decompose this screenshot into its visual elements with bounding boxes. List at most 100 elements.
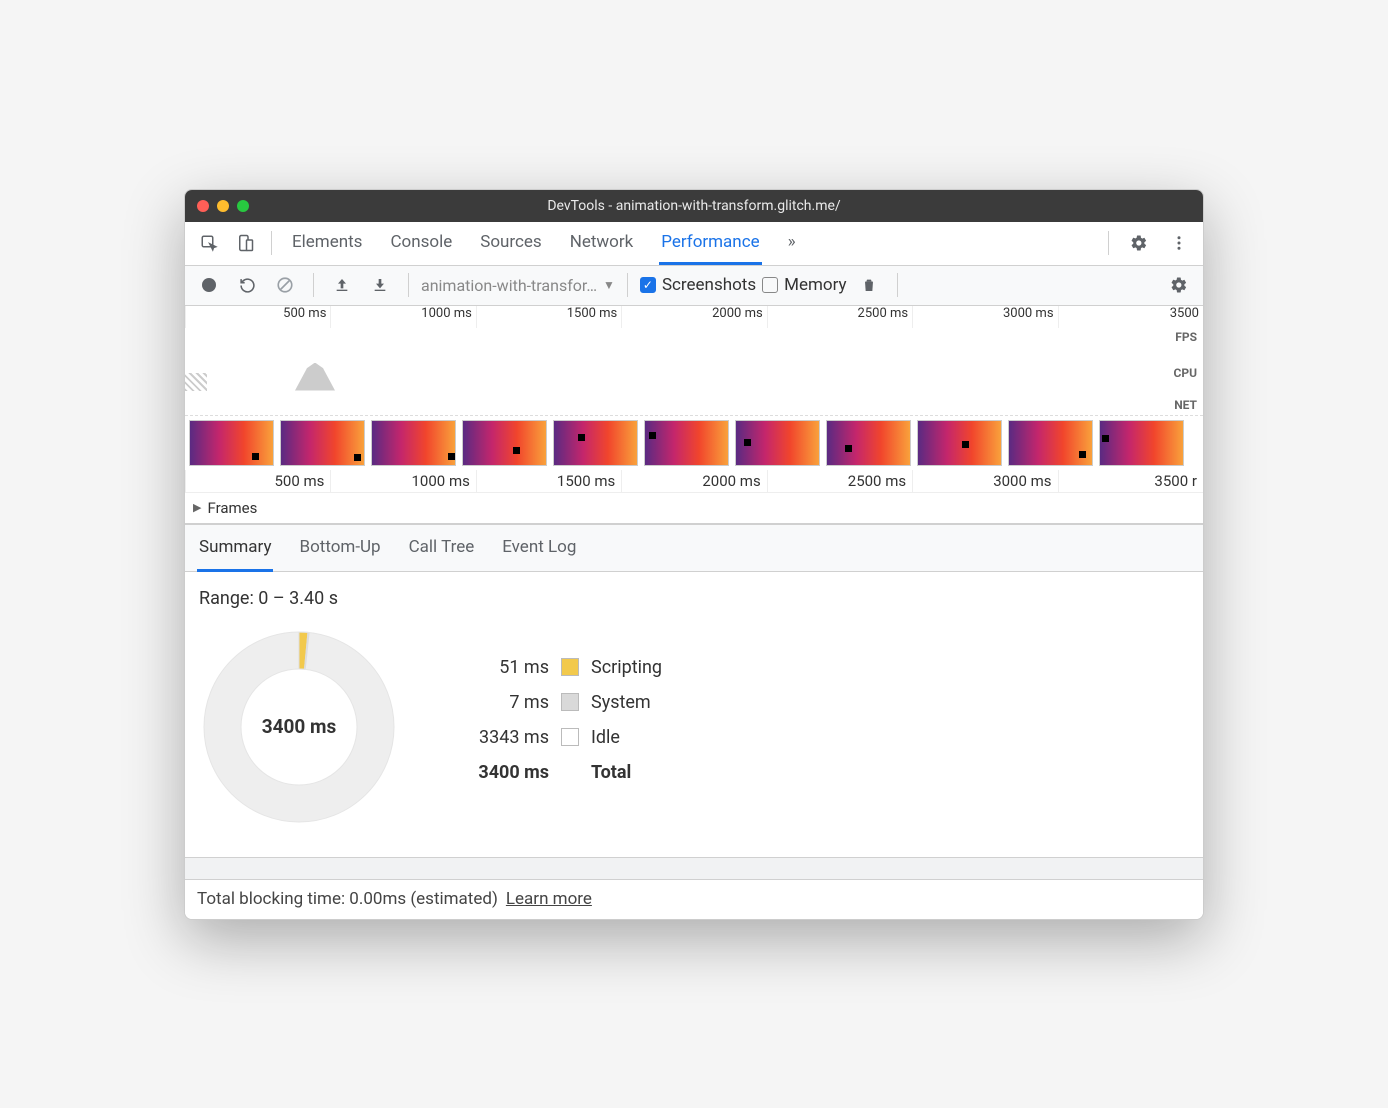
- filmstrip-thumbnail[interactable]: [280, 420, 365, 466]
- subtab-summary[interactable]: Summary: [197, 525, 273, 572]
- window-title: DevTools - animation-with-transform.glit…: [197, 198, 1191, 214]
- cpu-lane-label: CPU: [1174, 366, 1198, 380]
- close-window-button[interactable]: [197, 200, 209, 212]
- more-menu-icon[interactable]: [1163, 227, 1195, 259]
- legend-ms: 51 ms: [459, 657, 549, 678]
- tab-network[interactable]: Network: [568, 222, 636, 264]
- load-profile-icon[interactable]: [326, 269, 358, 301]
- net-lane-label: NET: [1174, 398, 1197, 412]
- filmstrip-thumbnail[interactable]: [553, 420, 638, 466]
- tabs-overflow-button[interactable]: »: [786, 222, 798, 264]
- clear-icon[interactable]: [269, 269, 301, 301]
- animation-dot-icon: [1079, 451, 1086, 458]
- summary-donut-chart: 3400 ms: [199, 627, 399, 827]
- inspect-element-icon[interactable]: [193, 227, 225, 259]
- filmstrip-thumbnail[interactable]: [371, 420, 456, 466]
- animation-dot-icon: [448, 453, 455, 460]
- panel-tabs-right: [1102, 227, 1195, 259]
- ruler-tick: 3500: [1058, 306, 1203, 328]
- summary-pane: Range: 0 – 3.40 s 3400 ms 51 msScripting…: [185, 572, 1203, 857]
- separator: [1108, 231, 1109, 255]
- legend-label: Idle: [591, 727, 620, 748]
- ruler-tick: 2000 ms: [621, 470, 766, 492]
- filmstrip-thumbnail[interactable]: [917, 420, 1002, 466]
- legend-row: 7 ms System: [459, 692, 662, 713]
- frames-section-header[interactable]: ▶ Frames: [185, 492, 1203, 523]
- ruler-tick: 2000 ms: [621, 306, 766, 328]
- chevron-down-icon: ▼: [603, 278, 615, 292]
- legend-label: System: [591, 692, 651, 713]
- panel-tabs: Elements Console Sources Network Perform…: [282, 222, 1098, 264]
- ruler-tick: 1000 ms: [330, 470, 475, 492]
- footer-status: Total blocking time: 0.00ms (estimated) …: [185, 879, 1203, 919]
- loading-hatch-icon: [185, 373, 207, 391]
- tab-performance[interactable]: Performance: [659, 222, 761, 265]
- separator: [408, 273, 409, 297]
- ruler-tick: 3500 r: [1058, 470, 1203, 492]
- filmstrip[interactable]: [185, 416, 1203, 470]
- settings-gear-icon[interactable]: [1123, 227, 1155, 259]
- screenshots-checkbox[interactable]: ✓ Screenshots: [640, 275, 756, 295]
- zoom-window-button[interactable]: [237, 200, 249, 212]
- subtab-event-log[interactable]: Event Log: [500, 525, 578, 571]
- tab-sources[interactable]: Sources: [478, 222, 543, 264]
- save-profile-icon[interactable]: [364, 269, 396, 301]
- reload-record-icon[interactable]: [231, 269, 263, 301]
- checkbox-checked-icon: ✓: [640, 277, 656, 293]
- traffic-lights: [197, 200, 249, 212]
- record-button[interactable]: [193, 269, 225, 301]
- animation-dot-icon: [649, 432, 656, 439]
- memory-checkbox[interactable]: Memory: [762, 275, 846, 295]
- profile-select-label: animation-with-transfor…: [421, 276, 597, 295]
- filmstrip-thumbnail[interactable]: [1099, 420, 1184, 466]
- ruler-tick: 1500 ms: [476, 470, 621, 492]
- devtools-window: DevTools - animation-with-transform.glit…: [184, 189, 1204, 920]
- legend-row: 3343 ms Idle: [459, 727, 662, 748]
- capture-settings-gear-icon[interactable]: [1163, 269, 1195, 301]
- profile-select[interactable]: animation-with-transfor… ▼: [421, 276, 615, 295]
- minimize-window-button[interactable]: [217, 200, 229, 212]
- ruler-tick: 3000 ms: [912, 470, 1057, 492]
- subtab-call-tree[interactable]: Call Tree: [407, 525, 477, 571]
- animation-dot-icon: [513, 447, 520, 454]
- panel-tabs-row: Elements Console Sources Network Perform…: [185, 222, 1203, 266]
- legend-ms: 7 ms: [459, 692, 549, 713]
- range-label: Range: 0 – 3.40 s: [199, 588, 1189, 609]
- device-toolbar-icon[interactable]: [229, 227, 261, 259]
- separator: [313, 273, 314, 297]
- learn-more-link[interactable]: Learn more: [506, 889, 592, 909]
- disclosure-triangle-icon: ▶: [193, 501, 201, 514]
- ruler-tick: 500 ms: [185, 306, 330, 328]
- ruler-tick: 3000 ms: [912, 306, 1057, 328]
- ruler-tick: 1500 ms: [476, 306, 621, 328]
- overview-pane[interactable]: 500 ms 1000 ms 1500 ms 2000 ms 2500 ms 3…: [185, 306, 1203, 524]
- filmstrip-thumbnail[interactable]: [189, 420, 274, 466]
- animation-dot-icon: [744, 439, 751, 446]
- tab-elements[interactable]: Elements: [290, 222, 364, 264]
- legend-row-total: 3400 ms Total: [459, 762, 662, 783]
- subtab-bottom-up[interactable]: Bottom-Up: [297, 525, 382, 571]
- filmstrip-thumbnail[interactable]: [462, 420, 547, 466]
- checkbox-empty-icon: [762, 277, 778, 293]
- legend-swatch-icon: [561, 728, 579, 746]
- legend-ms: 3400 ms: [459, 762, 549, 783]
- garbage-collect-icon[interactable]: [853, 269, 885, 301]
- filmstrip-thumbnail[interactable]: [826, 420, 911, 466]
- legend-label: Total: [591, 762, 631, 783]
- legend-ms: 3343 ms: [459, 727, 549, 748]
- filmstrip-thumbnail[interactable]: [644, 420, 729, 466]
- animation-dot-icon: [845, 445, 852, 452]
- blocking-time-label: Total blocking time: 0.00ms (estimated): [197, 889, 498, 909]
- filmstrip-thumbnail[interactable]: [735, 420, 820, 466]
- tab-console[interactable]: Console: [388, 222, 454, 264]
- animation-dot-icon: [578, 434, 585, 441]
- animation-dot-icon: [252, 453, 259, 460]
- overview-lanes: FPS CPU NET: [185, 328, 1203, 416]
- screenshots-label: Screenshots: [662, 275, 756, 295]
- filmstrip-thumbnail[interactable]: [1008, 420, 1093, 466]
- separator: [271, 231, 272, 255]
- performance-toolbar: animation-with-transfor… ▼ ✓ Screenshots…: [185, 266, 1203, 306]
- overview-time-ruler: 500 ms 1000 ms 1500 ms 2000 ms 2500 ms 3…: [185, 306, 1203, 328]
- resizer-bar[interactable]: [185, 857, 1203, 879]
- animation-dot-icon: [962, 441, 969, 448]
